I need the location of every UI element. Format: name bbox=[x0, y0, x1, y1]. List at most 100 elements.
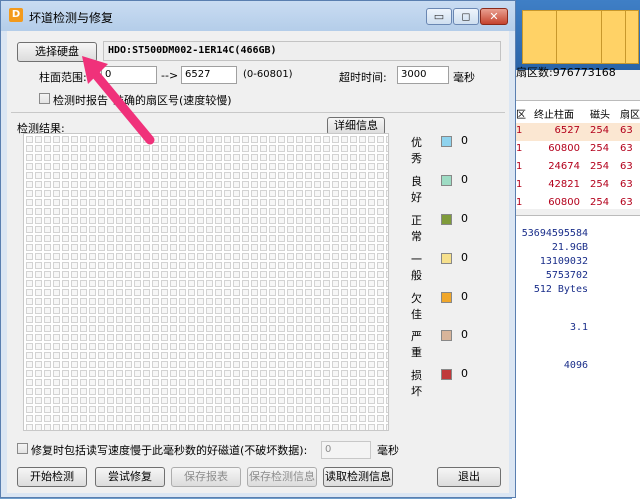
grid-cell bbox=[332, 370, 339, 377]
legend-count: 0 bbox=[461, 134, 468, 147]
grid-cell bbox=[107, 307, 114, 314]
grid-cell bbox=[206, 352, 213, 359]
try-repair-button[interactable]: 尝试修复 bbox=[95, 467, 165, 487]
grid-cell bbox=[224, 325, 231, 332]
grid-cell bbox=[332, 352, 339, 359]
grid-cell bbox=[350, 154, 357, 161]
grid-cell bbox=[80, 406, 87, 413]
save-scan-info-button[interactable]: 保存检测信息 bbox=[247, 467, 317, 487]
grid-cell bbox=[305, 172, 312, 179]
start-scan-button[interactable]: 开始检测 bbox=[17, 467, 87, 487]
save-report-button[interactable]: 保存报表 bbox=[171, 467, 241, 487]
grid-cell bbox=[215, 181, 222, 188]
table-row[interactable]: 1 6527 254 63 bbox=[512, 123, 640, 141]
grid-cell bbox=[98, 235, 105, 242]
grid-cell bbox=[107, 271, 114, 278]
grid-cell bbox=[386, 271, 388, 278]
grid-cell bbox=[152, 172, 159, 179]
timeout-input[interactable]: 3000 bbox=[397, 66, 449, 84]
grid-cell bbox=[359, 370, 366, 377]
grid-cell bbox=[341, 280, 348, 287]
legend-label: 正常 bbox=[411, 214, 422, 243]
grid-cell bbox=[260, 235, 267, 242]
grid-cell bbox=[179, 217, 186, 224]
table-cell: 24674 bbox=[548, 161, 580, 172]
grid-cell bbox=[143, 298, 150, 305]
grid-cell bbox=[215, 379, 222, 386]
grid-cell bbox=[89, 244, 96, 251]
grid-cell bbox=[152, 415, 159, 422]
grid-cell bbox=[143, 262, 150, 269]
grid-cell bbox=[188, 235, 195, 242]
grid-cell bbox=[323, 370, 330, 377]
grid-cell bbox=[386, 388, 388, 395]
grid-cell bbox=[125, 190, 132, 197]
report-sector-checkbox[interactable] bbox=[39, 93, 50, 104]
grid-cell bbox=[143, 289, 150, 296]
grid-cell bbox=[62, 208, 69, 215]
close-button[interactable]: ✕ bbox=[480, 8, 508, 25]
grid-cell bbox=[341, 217, 348, 224]
grid-cell bbox=[170, 235, 177, 242]
grid-cell bbox=[251, 262, 258, 269]
grid-cell bbox=[35, 235, 42, 242]
grid-cell bbox=[98, 289, 105, 296]
grid-cell bbox=[368, 316, 375, 323]
grid-cell bbox=[215, 406, 222, 413]
grid-cell bbox=[233, 253, 240, 260]
grid-cell bbox=[224, 280, 231, 287]
grid-cell bbox=[260, 163, 267, 170]
table-row[interactable]: 1 42821 254 63 bbox=[512, 177, 640, 195]
minimize-button[interactable]: ▭ bbox=[426, 8, 452, 25]
grid-cell bbox=[62, 181, 69, 188]
grid-cell bbox=[170, 271, 177, 278]
grid-cell bbox=[116, 316, 123, 323]
grid-cell bbox=[107, 397, 114, 404]
grid-cell bbox=[116, 145, 123, 152]
grid-cell bbox=[98, 298, 105, 305]
table-header: 区 终止柱面 磁头 扇区 bbox=[516, 110, 640, 121]
grid-cell bbox=[386, 406, 388, 413]
grid-cell bbox=[35, 406, 42, 413]
repair-slow-checkbox[interactable] bbox=[17, 443, 28, 454]
grid-cell bbox=[278, 379, 285, 386]
grid-cell bbox=[386, 415, 388, 422]
grid-cell bbox=[170, 415, 177, 422]
grid-cell bbox=[80, 217, 87, 224]
table-row[interactable]: 1 60800 254 63 bbox=[512, 141, 640, 159]
grid-cell bbox=[53, 217, 60, 224]
table-cell: 63 bbox=[620, 143, 633, 154]
grid-cell bbox=[305, 280, 312, 287]
end-cylinder-input[interactable]: 6527 bbox=[181, 66, 237, 84]
table-row[interactable]: 1 24674 254 63 bbox=[512, 159, 640, 177]
grid-cell bbox=[251, 235, 258, 242]
exit-button[interactable]: 退出 bbox=[437, 467, 501, 487]
table-row[interactable]: 1 60800 254 63 bbox=[512, 195, 640, 213]
grid-cell bbox=[53, 244, 60, 251]
grid-cell bbox=[125, 406, 132, 413]
grid-cell bbox=[98, 316, 105, 323]
load-scan-info-button[interactable]: 读取检测信息 bbox=[323, 467, 393, 487]
legend-count: 0 bbox=[461, 173, 468, 186]
repair-slow-ms-input[interactable]: 0 bbox=[321, 441, 371, 459]
grid-cell bbox=[224, 181, 231, 188]
grid-cell bbox=[350, 199, 357, 206]
grid-cell bbox=[80, 253, 87, 260]
grid-cell bbox=[368, 415, 375, 422]
grid-cell bbox=[296, 181, 303, 188]
grid-cell bbox=[71, 217, 78, 224]
maximize-button[interactable]: ◻ bbox=[453, 8, 479, 25]
grid-cell bbox=[323, 217, 330, 224]
grid-cell bbox=[98, 307, 105, 314]
grid-cell bbox=[26, 334, 33, 341]
grid-cell bbox=[269, 172, 276, 179]
grid-cell bbox=[80, 379, 87, 386]
grid-cell bbox=[242, 379, 249, 386]
grid-cell bbox=[269, 253, 276, 260]
grid-cell bbox=[143, 235, 150, 242]
grid-cell bbox=[368, 271, 375, 278]
title-bar[interactable]: D 坏道检测与修复 ▭ ◻ ✕ bbox=[1, 1, 515, 31]
grid-cell bbox=[305, 154, 312, 161]
grid-cell bbox=[80, 352, 87, 359]
grid-cell bbox=[350, 190, 357, 197]
